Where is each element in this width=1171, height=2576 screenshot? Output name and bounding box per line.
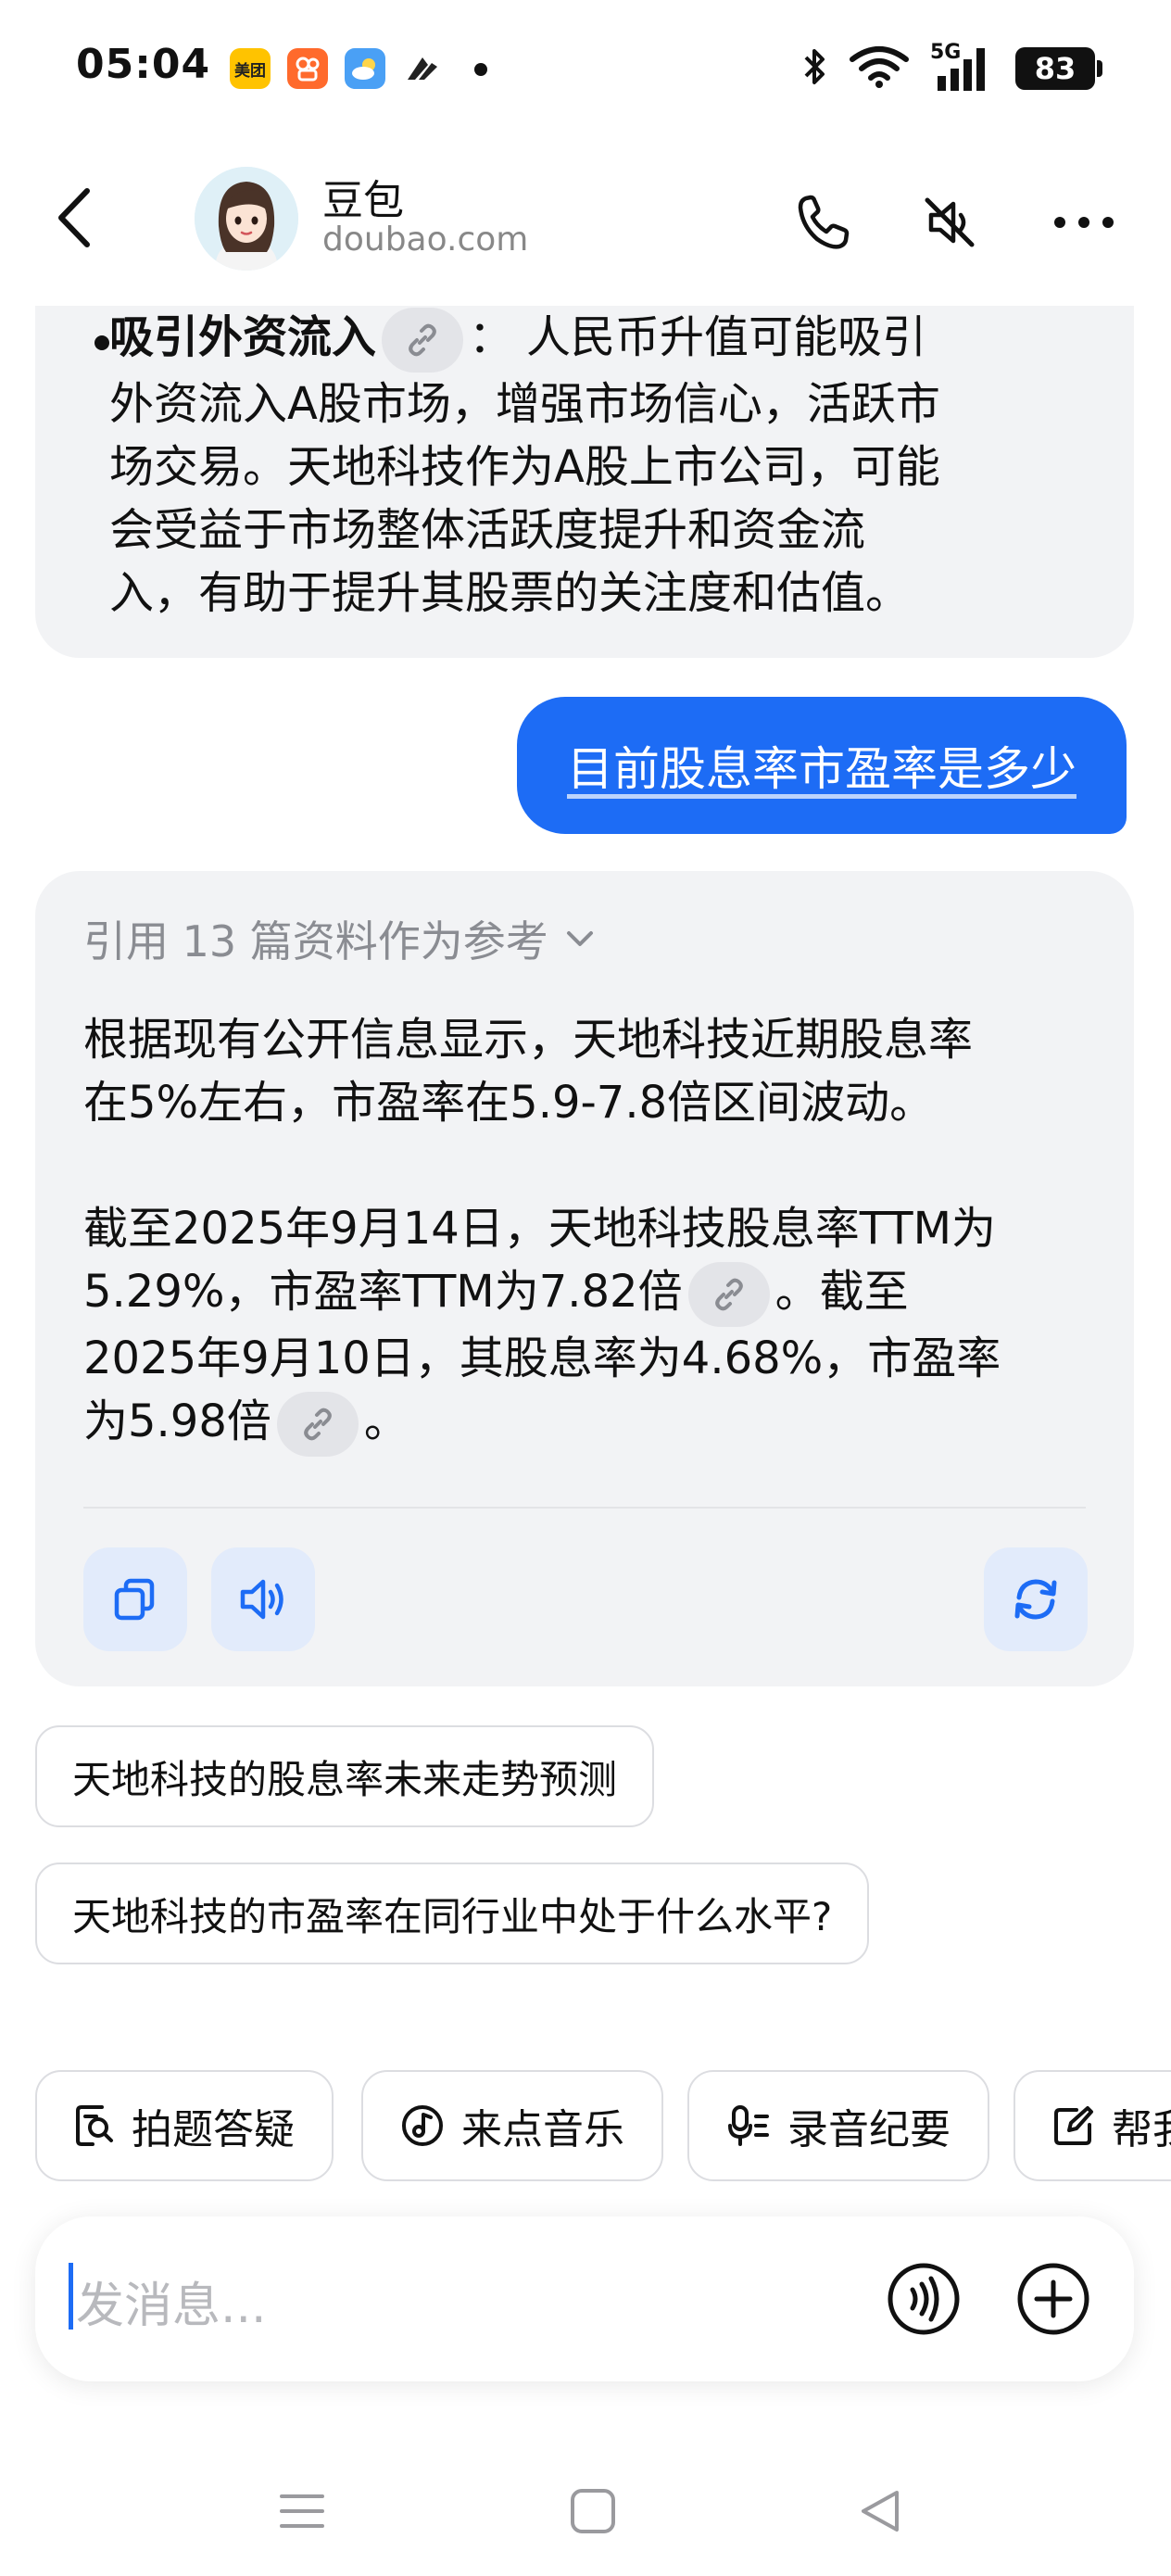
ai-paragraph-2: 截至2025年9月14日，天地科技股息率TTM为 5.29%，市盈率TTM为7.… <box>83 1197 1084 1457</box>
tool-recording[interactable]: 录音纪要 <box>687 2070 989 2181</box>
link-icon <box>714 1278 743 1311</box>
tool-help-write[interactable]: 帮我 <box>1014 2070 1171 2181</box>
tool-label: 拍题答疑 <box>132 2106 295 2153</box>
add-attachment-button[interactable] <box>1012 2257 1095 2341</box>
ai-p2-line-1: 截至2025年9月14日，天地科技股息率TTM为 <box>83 1203 996 1255</box>
refresh-icon <box>1014 1579 1057 1620</box>
weather-icon <box>345 48 385 89</box>
call-button[interactable] <box>786 185 860 259</box>
chat-area[interactable]: 吸引外资流入 ：人民币升值可能吸引 外资流入A股市场，增强市场信心，活跃市 场交易… <box>0 306 1171 2020</box>
suggestion-chip-2[interactable]: 天地科技的市盈率在同行业中处于什么水平? <box>35 1863 870 1964</box>
quick-tools-bar[interactable]: 拍题答疑 来点音乐 录音纪要 帮我 <box>0 2070 1171 2185</box>
ai-p2-line-2b: 。截至 <box>774 1266 909 1318</box>
bullet-dot <box>94 335 109 350</box>
bullet-line-4: 会受益于市场整体活跃度提升和资金流 <box>109 504 866 556</box>
bot-name: 豆包 <box>322 177 404 224</box>
speaker-muted-icon <box>925 197 975 247</box>
text-caret <box>69 2263 73 2330</box>
recording-icon <box>728 2105 769 2146</box>
ai-p2-line-2a: 5.29%，市盈率TTM为7.82倍 <box>83 1266 683 1318</box>
ai-p2-line-2: 5.29%，市盈率TTM为7.82倍 。截至 <box>83 1260 1084 1327</box>
suggestion-chip-1[interactable]: 天地科技的股息率未来走势预测 <box>35 1725 655 1827</box>
status-right: 5G 83 <box>800 41 1102 95</box>
copy-button[interactable] <box>83 1547 187 1651</box>
menu-icon <box>280 2494 324 2528</box>
reply-divider <box>83 1507 1086 1509</box>
tool-label: 帮我 <box>1112 2106 1171 2153</box>
user-message-bubble[interactable]: 目前股息率市盈率是多少 <box>517 697 1127 834</box>
bluetooth-icon <box>800 44 828 93</box>
user-message-text: 目前股息率市盈率是多少 <box>567 742 1077 796</box>
chat-header: 豆包 doubao.com <box>0 139 1171 306</box>
music-icon <box>402 2105 443 2146</box>
reference-toggle[interactable]: 引用 13 篇资料作为参考 <box>83 908 597 969</box>
back-button[interactable] <box>41 176 107 259</box>
message-input-bar[interactable]: 发消息... <box>35 2216 1134 2381</box>
nav-home-button[interactable] <box>556 2474 630 2548</box>
speaker-icon <box>240 1579 283 1620</box>
citation-link-chip[interactable] <box>382 308 464 373</box>
chevron-down-icon <box>566 931 593 946</box>
citation-link-chip[interactable] <box>687 1262 770 1327</box>
more-button[interactable] <box>1047 185 1121 259</box>
nav-back-button[interactable] <box>843 2474 917 2548</box>
message-input[interactable]: 发消息... <box>76 2267 267 2336</box>
tool-photo-question[interactable]: 拍题答疑 <box>35 2070 334 2181</box>
back-arrow-icon <box>58 188 90 247</box>
reference-label: 引用 13 篇资料作为参考 <box>83 916 548 966</box>
kuaishou-icon <box>287 48 328 89</box>
ai-p2-line-3: 2025年9月10日，其股息率为4.68%，市盈率 <box>83 1332 1001 1384</box>
tool-music[interactable]: 来点音乐 <box>361 2070 663 2181</box>
screen: 05:04 美团 5G 83 豆包 doubao.com 吸引外资流入 ： 人民… <box>0 0 1171 2576</box>
citation-link-chip[interactable] <box>276 1392 359 1457</box>
voice-wave-icon <box>888 2263 960 2335</box>
bullet-line-5: 入，有助于提升其股票的关注度和估值。 <box>109 567 911 619</box>
avatar[interactable] <box>195 167 298 271</box>
link-icon <box>304 1408 332 1441</box>
battery-indicator: 83 <box>1015 47 1102 90</box>
phone-icon <box>798 195 850 249</box>
previous-bullet-text: 吸引外资流入 ：人民币升值可能吸引 外资流入A股市场，增强市场信心，活跃市 场交易… <box>109 306 1101 625</box>
bullet-separator: ： <box>469 311 514 363</box>
ai-paragraph-1: 根据现有公开信息显示，天地科技近期股息率 在5%左右，市盈率在5.9-7.8倍区… <box>83 1008 1084 1134</box>
status-bar: 05:04 美团 5G 83 <box>0 0 1171 139</box>
signal-5g-icon: 5G <box>930 41 995 93</box>
ai-p1-line-1: 根据现有公开信息显示，天地科技近期股息率 <box>83 1014 974 1066</box>
home-square-icon <box>571 2489 615 2533</box>
back-triangle-icon <box>862 2491 899 2532</box>
nav-menu-button[interactable] <box>265 2474 339 2548</box>
bullet-title: 吸引外资流入 <box>109 311 377 363</box>
mute-voice-button[interactable] <box>913 185 987 259</box>
doubao-avatar-icon <box>195 167 298 271</box>
bullet-line1-rest: 人民币升值可能吸引 <box>526 311 927 363</box>
ai-p2-line-4: 为5.98倍 。 <box>83 1390 1084 1457</box>
plus-circle-icon <box>1017 2263 1089 2335</box>
bullet-line-1: 吸引外资流入 ：人民币升值可能吸引 <box>109 306 1101 373</box>
voice-call-button[interactable] <box>882 2257 965 2341</box>
link-icon <box>409 323 436 357</box>
edit-icon <box>1054 2106 1093 2145</box>
bot-domain: doubao.com <box>322 221 529 259</box>
ai-p2-line-4a: 为5.98倍 <box>83 1395 271 1447</box>
tool-label: 录音纪要 <box>787 2106 951 2153</box>
wifi-icon <box>849 44 910 93</box>
bullet-line-2: 外资流入A股市场，增强市场信心，活跃市 <box>109 378 940 430</box>
ai-reply-bubble: 引用 13 篇资料作为参考 根据现有公开信息显示，天地科技近期股息率 在5%左右… <box>35 871 1134 1686</box>
more-icon <box>1054 217 1114 228</box>
photo-question-icon <box>76 2105 113 2146</box>
tool-label: 来点音乐 <box>461 2106 624 2153</box>
ai-p2-line-4b: 。 <box>363 1395 409 1447</box>
feishu-icon <box>402 48 443 89</box>
status-time: 05:04 <box>76 41 211 88</box>
bullet-line-3: 场交易。天地科技作为A股上市公司，可能 <box>109 441 940 493</box>
copy-icon <box>114 1578 155 1621</box>
regenerate-button[interactable] <box>984 1547 1088 1651</box>
read-aloud-button[interactable] <box>211 1547 315 1651</box>
ai-p1-line-2: 在5%左右，市盈率在5.9-7.8倍区间波动。 <box>83 1077 935 1129</box>
meituan-icon: 美团 <box>230 48 271 89</box>
system-nav-bar <box>0 2446 1171 2576</box>
notification-dot <box>474 63 487 76</box>
